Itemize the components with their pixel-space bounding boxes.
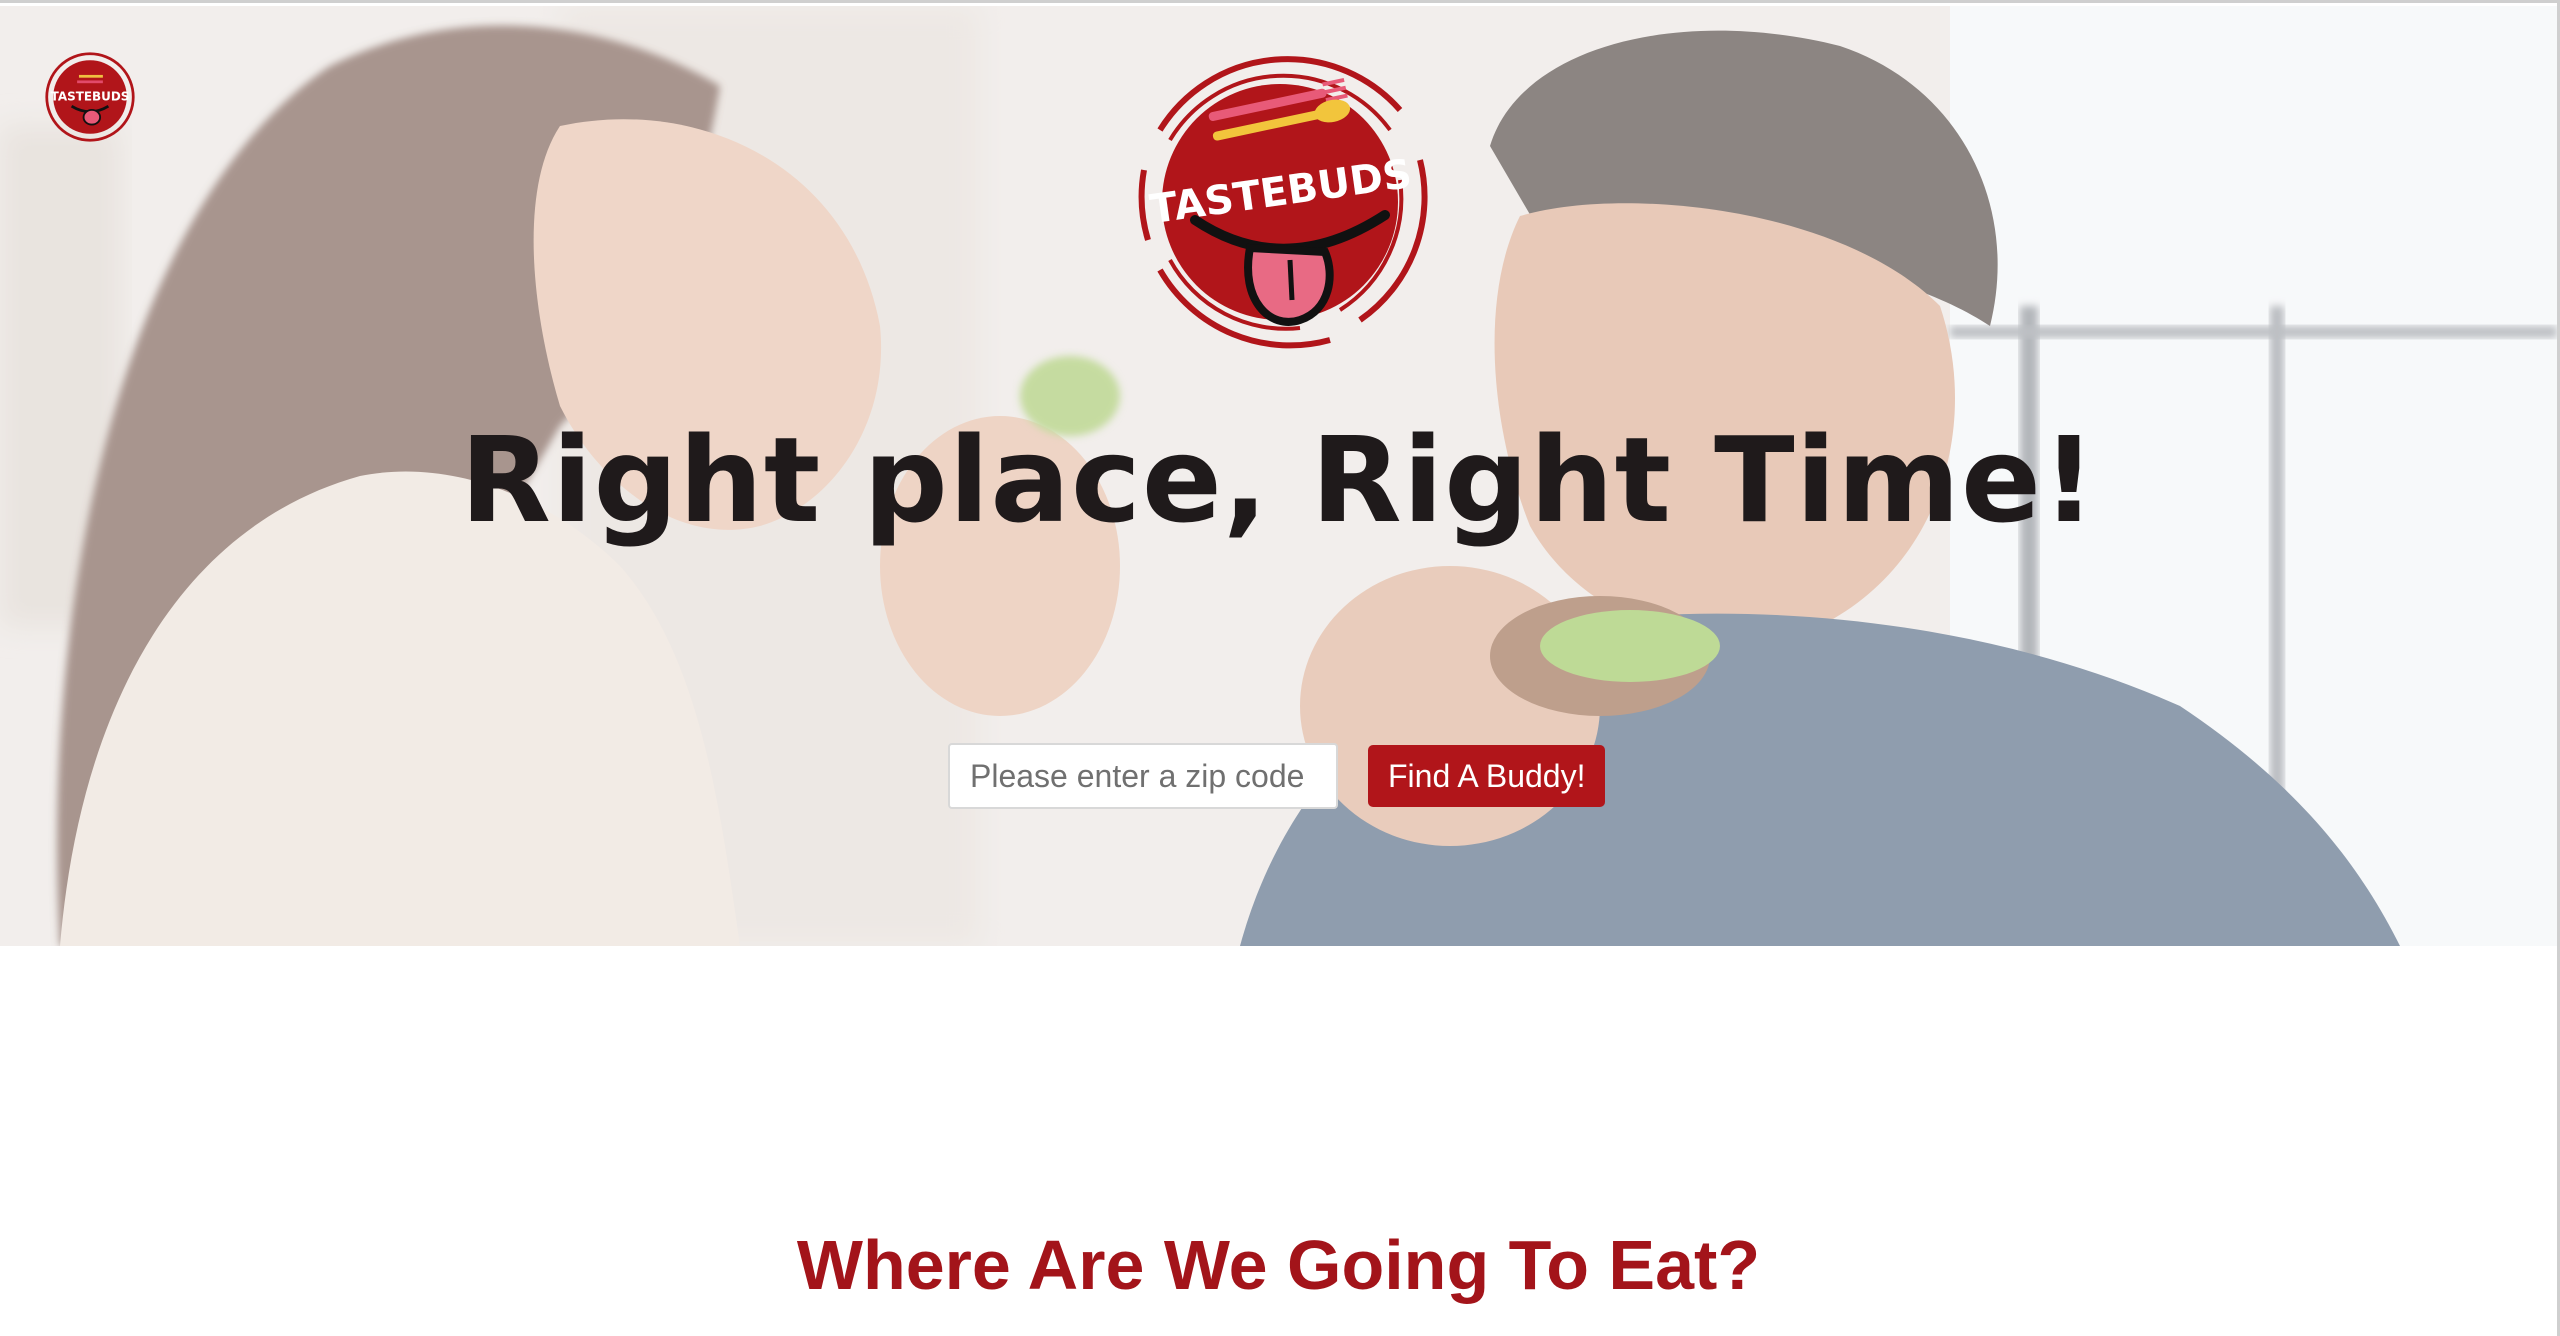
zip-search-form: Find A Buddy! [948, 742, 1606, 810]
hero-banner: TASTEBUDS TASTEBUDS Right place, Right T… [0, 6, 2557, 946]
section-title: Where Are We Going To Eat? [796, 1226, 1761, 1304]
tastebuds-logo-icon: TASTEBUDS [1138, 56, 1428, 349]
corner-logo-icon[interactable]: TASTEBUDS [44, 51, 136, 143]
svg-text:TASTEBUDS: TASTEBUDS [51, 90, 130, 104]
find-buddy-button[interactable]: Find A Buddy! [1368, 745, 1606, 807]
hero-headline: Right place, Right Time! [460, 411, 2097, 549]
page: TASTEBUDS TASTEBUDS Right place, Right T… [0, 0, 2560, 1336]
zip-code-input[interactable] [948, 743, 1338, 809]
